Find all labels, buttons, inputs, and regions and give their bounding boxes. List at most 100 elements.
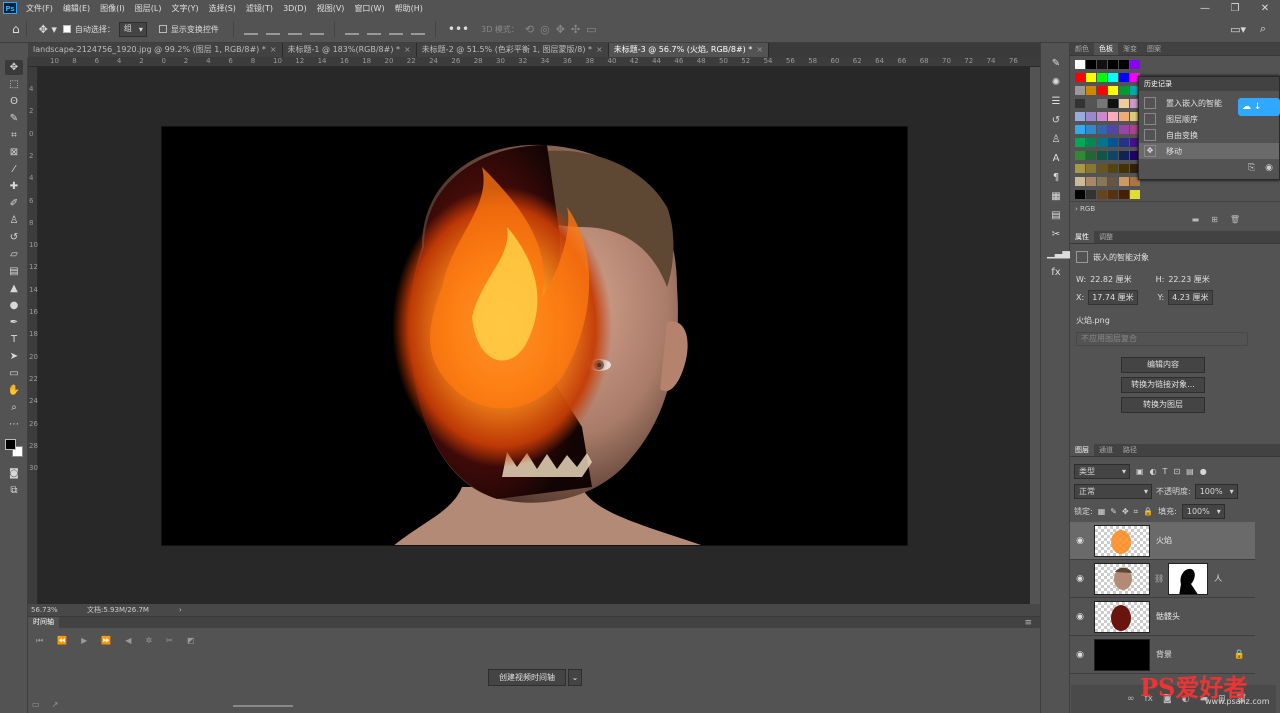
- opacity-field[interactable]: 100%: [1194, 484, 1238, 499]
- color-swatch[interactable]: [1086, 138, 1096, 147]
- layer-row[interactable]: ◉ ⛓ 人: [1070, 560, 1255, 598]
- color-swatch[interactable]: [1086, 60, 1096, 69]
- tab-layers[interactable]: 图层: [1070, 444, 1094, 456]
- color-swatch[interactable]: [1119, 86, 1129, 95]
- color-swatch[interactable]: [1119, 177, 1129, 186]
- distribute-vertical-icon[interactable]: [410, 23, 425, 35]
- color-swatch[interactable]: [1108, 73, 1118, 82]
- gradient-tool-icon[interactable]: ▤: [5, 264, 23, 279]
- tab-untitled-1[interactable]: 未标题-1 @ 183%(RGB/8#) * ×: [282, 43, 417, 57]
- menu-help[interactable]: 帮助(H): [390, 3, 428, 14]
- path-select-tool-icon[interactable]: ➤: [5, 349, 23, 364]
- color-swatch[interactable]: [1086, 112, 1096, 121]
- color-swatch[interactable]: [1108, 112, 1118, 121]
- screen-mode-icon[interactable]: ⧉: [5, 483, 23, 498]
- color-swatch[interactable]: [1075, 86, 1085, 95]
- color-swatch[interactable]: [1097, 73, 1107, 82]
- color-swatch[interactable]: [1075, 125, 1085, 134]
- tab-patterns[interactable]: 图案: [1142, 43, 1166, 55]
- tab-timeline[interactable]: 时间轴: [28, 617, 59, 628]
- history-item[interactable]: 自由变换: [1139, 127, 1279, 143]
- color-swatch[interactable]: [1097, 190, 1107, 199]
- filter-shape-icon[interactable]: ⊡: [1173, 467, 1180, 476]
- tab-adjustments[interactable]: 调整: [1094, 231, 1118, 243]
- notes-icon[interactable]: ▤: [1047, 209, 1065, 223]
- color-swatch[interactable]: [1097, 86, 1107, 95]
- blur-tool-icon[interactable]: ▲: [5, 281, 23, 296]
- color-swatch[interactable]: [1086, 164, 1096, 173]
- color-swatch[interactable]: [1108, 125, 1118, 134]
- type-tool-icon[interactable]: T: [5, 332, 23, 347]
- filter-toggle-icon[interactable]: ●: [1200, 467, 1207, 476]
- color-swatch[interactable]: [1119, 190, 1129, 199]
- color-swatch[interactable]: [1097, 177, 1107, 186]
- color-swatch[interactable]: [1108, 190, 1118, 199]
- color-swatch[interactable]: [1086, 190, 1096, 199]
- filter-type-icon[interactable]: T: [1163, 467, 1168, 476]
- color-swatch[interactable]: [1086, 99, 1096, 108]
- create-video-timeline-button[interactable]: 创建视频时间轴: [488, 669, 566, 686]
- eye-icon[interactable]: ◉: [1070, 650, 1090, 660]
- tab-properties[interactable]: 属性: [1070, 231, 1094, 243]
- new-swatch-icon[interactable]: ⊞: [1211, 215, 1218, 228]
- brush-preset-icon[interactable]: ✎: [1047, 57, 1065, 71]
- color-swatch[interactable]: [1108, 60, 1118, 69]
- menu-image[interactable]: 图像(I): [95, 3, 130, 14]
- color-swatch[interactable]: [1097, 138, 1107, 147]
- color-swatch[interactable]: [1075, 177, 1085, 186]
- move-tool-icon[interactable]: ✥ ▾: [39, 23, 57, 36]
- color-swatch[interactable]: [1075, 138, 1085, 147]
- menu-window[interactable]: 窗口(W): [349, 3, 389, 14]
- color-swatch[interactable]: [1119, 73, 1129, 82]
- color-swatch[interactable]: [1119, 151, 1129, 160]
- edit-contents-button[interactable]: 编辑内容: [1121, 357, 1205, 373]
- quick-mask-icon[interactable]: ◙: [5, 466, 23, 481]
- convert-to-linked-button[interactable]: 转换为链接对象...: [1121, 377, 1205, 393]
- document-canvas[interactable]: [161, 126, 908, 546]
- clone-source-icon[interactable]: ♙: [1047, 133, 1065, 147]
- menu-file[interactable]: 文件(F): [21, 3, 58, 14]
- eye-icon[interactable]: ◉: [1070, 574, 1090, 584]
- color-swatch[interactable]: [1097, 164, 1107, 173]
- zoom-level[interactable]: 56.73%: [31, 606, 71, 614]
- align-right-icon[interactable]: [287, 23, 302, 35]
- color-swatch[interactable]: [1097, 125, 1107, 134]
- lock-all-icon[interactable]: 🔒: [1143, 507, 1153, 516]
- color-swatch[interactable]: [1108, 99, 1118, 108]
- layer-name[interactable]: 骷髅头: [1156, 611, 1180, 622]
- more-icon[interactable]: •••: [448, 22, 469, 36]
- color-swatch[interactable]: [1108, 164, 1118, 173]
- tab-swatches[interactable]: 色板: [1094, 43, 1118, 55]
- frame-tool-icon[interactable]: ⊠: [5, 145, 23, 160]
- tools-icon[interactable]: ✂: [1047, 228, 1065, 242]
- align-top-icon[interactable]: [344, 23, 359, 35]
- prev-frame-icon[interactable]: ⏪: [57, 636, 67, 646]
- auto-select-dropdown[interactable]: 组: [118, 21, 147, 37]
- eye-icon[interactable]: ◉: [1070, 536, 1090, 546]
- restore-button[interactable]: ❐: [1220, 0, 1250, 16]
- close-icon[interactable]: ×: [596, 45, 603, 54]
- layer-name[interactable]: 火焰: [1156, 535, 1172, 546]
- paragraph-icon[interactable]: ¶: [1047, 171, 1065, 185]
- folder-icon[interactable]: ▬: [1192, 215, 1200, 228]
- first-frame-icon[interactable]: ⏮: [36, 636, 43, 646]
- close-button[interactable]: ✕: [1250, 0, 1280, 16]
- tab-untitled-2[interactable]: 未标题-2 @ 51.5% (色彩平衡 1, 图层蒙版/8) * ×: [416, 43, 609, 57]
- panel-menu-icon[interactable]: ≡: [1024, 618, 1032, 628]
- quick-select-tool-icon[interactable]: ✎: [5, 111, 23, 126]
- frame-mode-icon[interactable]: ▭: [32, 700, 40, 709]
- distribute-icon[interactable]: [309, 23, 324, 35]
- healing-tool-icon[interactable]: ✚: [5, 179, 23, 194]
- zoom-slider[interactable]: [233, 705, 293, 707]
- foreground-color-swatch[interactable]: [5, 439, 16, 450]
- navigator-icon[interactable]: ▦: [1047, 190, 1065, 204]
- chevron-right-icon[interactable]: ›: [179, 606, 182, 614]
- menu-3d[interactable]: 3D(D): [278, 4, 312, 13]
- history-item-active[interactable]: ✥ 移动: [1139, 143, 1279, 159]
- show-transform-checkbox[interactable]: 显示变换控件: [158, 24, 219, 35]
- layer-name[interactable]: 背景: [1156, 649, 1172, 660]
- menu-edit[interactable]: 编辑(E): [58, 3, 95, 14]
- filter-smart-icon[interactable]: ▤: [1186, 467, 1194, 476]
- stamp-tool-icon[interactable]: ♙: [5, 213, 23, 228]
- align-center-icon[interactable]: [265, 23, 280, 35]
